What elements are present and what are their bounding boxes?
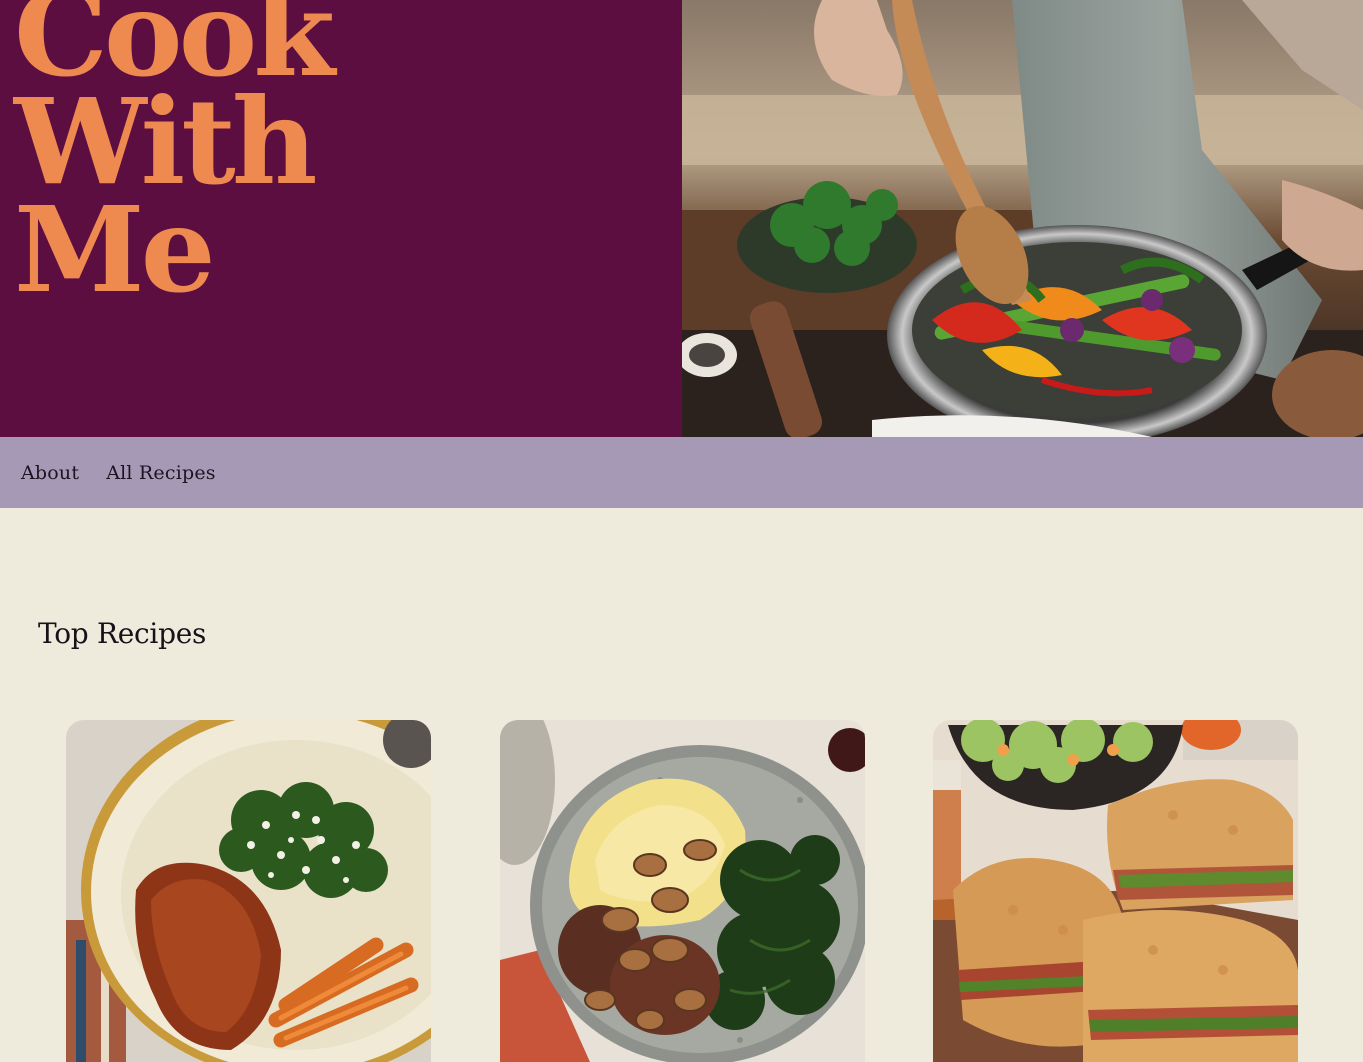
nav-link-about[interactable]: About bbox=[21, 462, 79, 484]
recipe-card-1[interactable] bbox=[66, 720, 431, 1062]
section-title-top-recipes: Top Recipes bbox=[38, 617, 207, 650]
main-navigation: About All Recipes bbox=[0, 437, 1363, 508]
site-logo-title[interactable]: Cook With Me bbox=[14, 0, 335, 319]
hero-banner: Cook With Me bbox=[0, 0, 1363, 437]
recipe-card-2[interactable] bbox=[500, 720, 865, 1062]
hero-cooking-image bbox=[682, 0, 1363, 437]
hero-brand-panel: Cook With Me bbox=[0, 0, 682, 437]
recipe-image-2 bbox=[500, 720, 865, 1062]
nav-link-all-recipes[interactable]: All Recipes bbox=[106, 462, 216, 484]
recipe-image-3 bbox=[933, 720, 1298, 1062]
recipe-card-3[interactable] bbox=[933, 720, 1298, 1062]
recipe-image-1 bbox=[66, 720, 431, 1062]
brand-line-me: Me bbox=[14, 180, 216, 319]
